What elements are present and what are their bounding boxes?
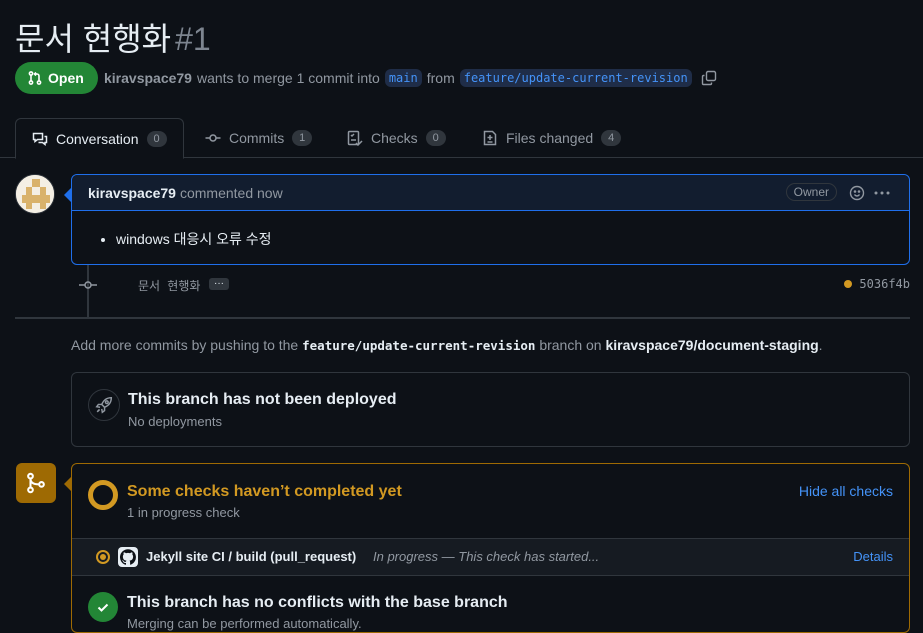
git-commit-icon (79, 281, 97, 289)
pr-title-text: 문서 현행화 (15, 21, 172, 57)
details-link[interactable]: Details (853, 549, 893, 564)
tab-conversation-label: Conversation (56, 130, 139, 147)
pull-request-icon (28, 71, 42, 85)
comment-header: kiravspace79 commented now Owner (72, 175, 909, 211)
check-name: Jekyll site CI / build (pull_request) (146, 549, 357, 564)
add-more-middle: branch on (539, 337, 602, 353)
copy-icon[interactable] (701, 70, 717, 86)
tab-files-changed-count: 4 (601, 130, 622, 146)
tab-commits-count: 1 (292, 130, 313, 146)
git-commit-icon (205, 134, 221, 142)
commit-sha-link[interactable]: 5036f4b (859, 277, 910, 291)
avatar[interactable] (15, 174, 55, 214)
pr-tabs: Conversation 0 Commits 1 Checks 0 Files … (0, 118, 923, 159)
repo-link[interactable]: kiravspace79/document-staging (605, 337, 818, 353)
rocket-icon (88, 389, 120, 421)
add-more-prefix: Add more commits by pushing to the (71, 337, 299, 353)
tab-files-changed-label: Files changed (506, 130, 594, 146)
smiley-icon[interactable] (849, 185, 865, 201)
no-conflicts-subtitle: Merging can be performed automatically. (127, 616, 362, 631)
timeline-divider (15, 317, 910, 319)
pending-status-icon[interactable] (844, 280, 853, 288)
checks-box: Some checks haven’t completed yet 1 in p… (64, 463, 910, 633)
commit-message[interactable]: 문서 현행화 (138, 277, 200, 294)
check-row: Jekyll site CI / build (pull_request) In… (72, 538, 909, 576)
kebab-horizontal-icon[interactable] (873, 185, 891, 201)
github-logo-icon (118, 547, 138, 567)
commit-row: 문서 현행화 ··· 5036f4b (79, 276, 910, 294)
checks-caret (64, 476, 72, 492)
commit-sha: 5036f4b (844, 277, 910, 291)
comment-author[interactable]: kiravspace79 (88, 185, 176, 201)
comment-time[interactable]: commented now (180, 185, 283, 201)
pr-title: 문서 현행화 #1 (15, 14, 211, 60)
deployment-box: This branch has not been deployed No dep… (71, 372, 910, 447)
tab-commits-label: Commits (229, 130, 285, 146)
owner-badge: Owner (785, 183, 837, 201)
pr-merge-text: wants to merge 1 commit into (196, 70, 380, 86)
pr-author-link[interactable]: kiravspace79 (104, 70, 192, 86)
tab-checks[interactable]: Checks 0 (347, 118, 446, 158)
add-more-commits-text: Add more commits by pushing to the featu… (71, 337, 823, 353)
tab-commits[interactable]: Commits 1 (205, 118, 313, 158)
no-conflicts-title: This branch has no conflicts with the ba… (127, 594, 508, 611)
comment-discussion-icon (32, 132, 48, 146)
tab-conversation-count: 0 (146, 130, 167, 147)
pr-number: #1 (175, 21, 211, 57)
tab-checks-count: 0 (425, 130, 446, 146)
pending-ring-icon (88, 480, 118, 510)
comment-caret (64, 187, 72, 203)
deployment-title: This branch has not been deployed (128, 391, 397, 408)
base-branch[interactable]: main (384, 69, 422, 87)
check-circle-icon (88, 592, 118, 622)
deployment-subtitle: No deployments (128, 414, 222, 429)
file-diff-icon (483, 130, 497, 146)
pr-meta: kiravspace79 wants to merge 1 commit int… (104, 69, 717, 87)
comment-body: windows 대응시 오류 수정 (72, 211, 909, 249)
hide-all-checks-link[interactable]: Hide all checks (799, 483, 893, 499)
pr-from-text: from (426, 70, 455, 86)
comment-list-item: windows 대응시 오류 수정 (116, 229, 893, 249)
add-more-branch: feature/update-current-revision (302, 338, 536, 353)
head-branch[interactable]: feature/update-current-revision (459, 69, 692, 87)
add-more-suffix: . (818, 337, 823, 353)
identicon-icon (16, 175, 54, 213)
checklist-icon (347, 130, 363, 146)
comment-box: kiravspace79 commented now Owner windows… (64, 174, 910, 265)
check-status: In progress — This check has started... (373, 549, 600, 564)
in-progress-icon (96, 550, 110, 564)
pr-state-badge: Open (15, 62, 98, 94)
checks-title: Some checks haven’t completed yet (127, 483, 402, 500)
tab-files-changed[interactable]: Files changed 4 (482, 118, 622, 158)
pr-state-label: Open (48, 70, 84, 86)
tab-checks-label: Checks (371, 130, 418, 146)
tab-conversation[interactable]: Conversation 0 (15, 118, 184, 159)
commit-expand-button[interactable]: ··· (209, 278, 229, 290)
git-merge-icon (16, 463, 56, 503)
checks-subtitle: 1 in progress check (127, 505, 240, 520)
